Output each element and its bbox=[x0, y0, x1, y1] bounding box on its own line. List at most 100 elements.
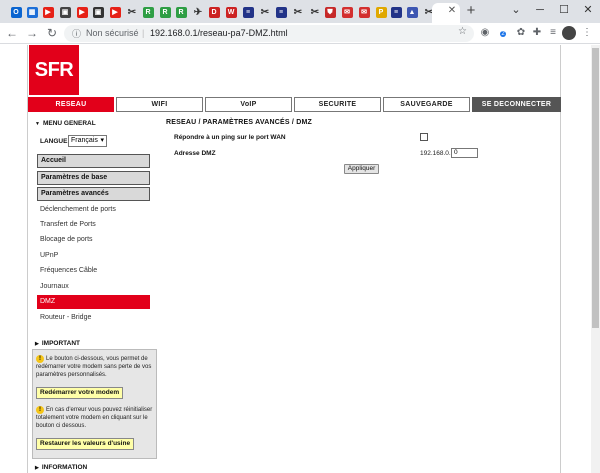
scrollbar-thumb[interactable] bbox=[592, 48, 599, 328]
browser-tab[interactable]: ▲ bbox=[404, 4, 420, 20]
tab-blue-icon: ≡ bbox=[275, 6, 287, 18]
tab-green-icon: R bbox=[159, 6, 171, 18]
tab-blue-icon: ≡ bbox=[242, 6, 254, 18]
close-tab-icon[interactable]: ✕ bbox=[446, 4, 458, 18]
sidebar-item-frequences-cable[interactable]: Fréquences Câble bbox=[37, 264, 150, 278]
restart-modem-button[interactable]: Redémarrer votre modem bbox=[36, 387, 124, 399]
security-status: Non sécurisé bbox=[86, 28, 139, 38]
ping-wan-checkbox[interactable] bbox=[420, 133, 428, 141]
restore-factory-button[interactable]: Restaurer les valeurs d'usine bbox=[36, 438, 135, 450]
maximize-button[interactable]: ☐ bbox=[556, 2, 572, 18]
address-separator: | bbox=[142, 28, 145, 38]
browser-tab[interactable]: W bbox=[223, 4, 239, 20]
browser-tab[interactable]: ✉ bbox=[356, 4, 372, 20]
tab-yellow-icon: P bbox=[375, 6, 387, 18]
tab-red-icon: ✉ bbox=[341, 6, 353, 18]
extension-icon[interactable]: ✿ bbox=[514, 26, 528, 40]
browser-tab[interactable]: ≡ bbox=[273, 4, 289, 20]
sidebar-item-upnp[interactable]: UPnP bbox=[37, 249, 150, 263]
browser-tab[interactable]: ✂ bbox=[124, 4, 140, 20]
sidebar-section-parametres-avances[interactable]: Paramètres avancés bbox=[37, 187, 150, 201]
tab-red-icon: W bbox=[225, 6, 237, 18]
triangle-right-icon: ▶ bbox=[35, 341, 39, 347]
profile-avatar[interactable] bbox=[562, 26, 576, 40]
dmz-ip-prefix: 192.168.0. bbox=[420, 150, 451, 157]
logout-button[interactable]: SE DECONNECTER bbox=[472, 97, 561, 112]
sidebar-section-parametres-base[interactable]: Paramètres de base bbox=[37, 171, 150, 185]
tab-green-icon: R bbox=[175, 6, 187, 18]
apply-button[interactable]: Appliquer bbox=[344, 164, 379, 174]
new-tab-button[interactable]: + bbox=[464, 3, 478, 19]
sfr-logo: SFR bbox=[29, 45, 79, 95]
reset-note: ! En cas d'erreur vous pouvez réinitialis… bbox=[36, 406, 153, 429]
tab-sauvegarde[interactable]: SAUVEGARDE bbox=[383, 97, 470, 112]
tab-search-icon[interactable]: ⌄ bbox=[508, 2, 524, 18]
url-text[interactable]: 192.168.0.1/reseau-pa7-DMZ.html bbox=[150, 28, 288, 38]
close-window-button[interactable]: ✕ bbox=[580, 2, 596, 18]
browser-tab[interactable]: ≡ bbox=[388, 4, 404, 20]
page-viewport: SFR RESEAU WIFI VoIP SECURITE SAUVEGARDE… bbox=[0, 45, 591, 473]
minimize-button[interactable]: ─ bbox=[532, 2, 548, 18]
browser-tab[interactable]: ▶ bbox=[74, 4, 90, 20]
forward-button[interactable]: → bbox=[24, 25, 40, 41]
browser-tab[interactable]: ▦ bbox=[24, 4, 40, 20]
browser-tab[interactable]: ≡ bbox=[240, 4, 256, 20]
tab-securite[interactable]: SECURITE bbox=[294, 97, 381, 112]
browser-tab[interactable]: ✂ bbox=[290, 4, 306, 20]
restart-note: ! Le bouton ci-dessous, vous permet de re… bbox=[36, 355, 152, 378]
tab-red-icon: ✉ bbox=[358, 6, 370, 18]
tab-generic-icon: ▦ bbox=[26, 6, 38, 18]
warning-icon: ! bbox=[36, 355, 44, 363]
sidebar-item-transfert-ports[interactable]: Transfert de Ports bbox=[37, 218, 150, 232]
main-nav: RESEAU WIFI VoIP SECURITE SAUVEGARDE SE … bbox=[27, 97, 561, 112]
reading-list-icon[interactable]: ≡ bbox=[546, 26, 560, 40]
reload-button[interactable]: ↻ bbox=[44, 25, 60, 41]
warning-icon: ! bbox=[36, 406, 44, 414]
triangle-down-icon: ▼ bbox=[35, 121, 40, 127]
browser-tab[interactable]: R bbox=[157, 4, 173, 20]
tab-reseau[interactable]: RESEAU bbox=[28, 97, 114, 112]
sidebar-section-accueil[interactable]: Accueil bbox=[37, 154, 150, 168]
youtube-icon: ▶ bbox=[76, 6, 88, 18]
extensions-puzzle-icon[interactable]: ✚ bbox=[530, 26, 544, 40]
browser-tab[interactable]: ✂ bbox=[307, 4, 323, 20]
browser-tab[interactable]: P bbox=[373, 4, 389, 20]
browser-toolbar: ← → ↻ ⓘ Non sécurisé | 192.168.0.1/resea… bbox=[0, 23, 600, 44]
triangle-right-icon: ▶ bbox=[35, 465, 39, 471]
browser-tab[interactable]: ✉ bbox=[339, 4, 355, 20]
back-button[interactable]: ← bbox=[4, 25, 20, 41]
language-select[interactable]: Français ▾ bbox=[68, 135, 107, 147]
sidebar-item-dmz[interactable]: DMZ bbox=[37, 295, 150, 309]
tab-wifi[interactable]: WIFI bbox=[116, 97, 203, 112]
tab-red-icon: D bbox=[208, 6, 220, 18]
extension-icon[interactable]: ◉ bbox=[478, 26, 492, 40]
browser-tab[interactable]: ⛊ bbox=[322, 4, 338, 20]
important-heading: ▶ IMPORTANT bbox=[35, 340, 81, 347]
browser-tab[interactable]: R bbox=[140, 4, 156, 20]
sidebar-item-declenchement-ports[interactable]: Déclenchement de ports bbox=[37, 203, 150, 217]
browser-tab[interactable]: ▣ bbox=[57, 4, 73, 20]
tab-blue-icon: ≡ bbox=[390, 6, 402, 18]
sidebar-item-routeur-bridge[interactable]: Routeur - Bridge bbox=[37, 311, 150, 325]
dmz-ip-input[interactable]: 0 bbox=[451, 148, 478, 158]
browser-tab[interactable]: ▶ bbox=[40, 4, 56, 20]
browser-tab[interactable]: ▶ bbox=[107, 4, 123, 20]
info-icon[interactable]: ⓘ bbox=[72, 27, 81, 40]
browser-tab[interactable]: ▣ bbox=[90, 4, 106, 20]
tab-video-icon: ▣ bbox=[59, 6, 71, 18]
menu-kebab-icon[interactable]: ⋮ bbox=[580, 26, 594, 40]
tab-green-icon: R bbox=[142, 6, 154, 18]
sidebar-item-blocage-ports[interactable]: Blocage de ports bbox=[37, 233, 150, 247]
address-bar[interactable]: ⓘ Non sécurisé | 192.168.0.1/reseau-pa7-… bbox=[64, 25, 474, 42]
browser-tab[interactable]: D bbox=[206, 4, 222, 20]
tab-voip[interactable]: VoIP bbox=[205, 97, 292, 112]
bookmark-star-icon[interactable]: ☆ bbox=[458, 26, 467, 37]
browser-tab[interactable]: O bbox=[8, 4, 24, 20]
browser-tabstrip: O▦▶▣▶▣▶✂RRR✈DW≡✂≡✂✂⛊✉✉P≡▲✂≡ ✕ + ⌄ ─ ☐ ✕ bbox=[0, 0, 600, 23]
browser-tab[interactable]: ✈ bbox=[190, 4, 206, 20]
sidebar-item-journaux[interactable]: Journaux bbox=[37, 280, 150, 294]
tool-icon: ✂ bbox=[127, 6, 137, 18]
browser-tab[interactable]: R bbox=[173, 4, 189, 20]
browser-tab[interactable]: ✂ bbox=[257, 4, 273, 20]
extension-badge-icon[interactable]: 2 bbox=[496, 26, 510, 40]
